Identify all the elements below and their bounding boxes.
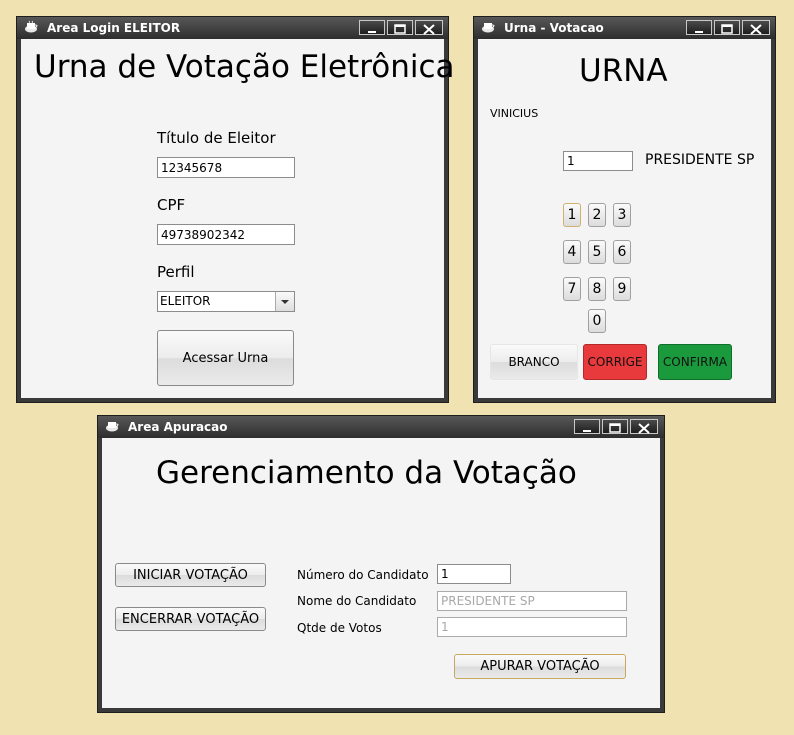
confirma-button[interactable]: CONFIRMA [658,344,732,380]
cpf-input[interactable] [157,224,295,245]
maximize-button[interactable] [387,20,413,35]
close-button[interactable] [630,419,658,434]
close-button[interactable] [742,20,770,35]
apuracao-window: Area Apuracao Gerenciamento da Votação I… [97,415,665,713]
key-6[interactable]: 6 [613,240,631,264]
candidate-name-label: PRESIDENTE SP [645,152,755,168]
numero-candidato-input[interactable] [437,564,511,584]
maximize-button[interactable] [602,419,628,434]
qtde-votos-input [437,617,627,637]
urna-titlebar[interactable]: Urna - Votacao [474,17,775,39]
perfil-select[interactable]: ELEITOR [157,291,295,312]
dropdown-arrow-icon [281,300,289,304]
voter-name: VINICIUS [490,107,539,120]
perfil-label: Perfil [157,263,195,281]
key-7[interactable]: 7 [563,277,581,301]
close-button[interactable] [415,20,443,35]
key-8[interactable]: 8 [588,277,606,301]
qtde-votos-label: Qtde de Votos [297,621,382,635]
nome-candidato-label: Nome do Candidato [297,594,417,608]
key-9[interactable]: 9 [613,277,631,301]
urna-client-area: URNA VINICIUS PRESIDENTE SP 1 2 3 4 5 6 … [478,39,771,398]
login-window-title: Area Login ELEITOR [47,21,181,35]
app-icon [25,20,38,33]
close-icon [750,24,762,35]
perfil-selected-value: ELEITOR [160,294,211,308]
key-0[interactable]: 0 [588,309,606,333]
minimize-icon [583,430,591,432]
close-icon [638,423,650,434]
minimize-button[interactable] [359,20,385,35]
cpf-label: CPF [157,196,186,214]
perfil-dropdown-button[interactable] [275,292,294,311]
minimize-icon [368,31,376,33]
key-1[interactable]: 1 [563,203,581,227]
maximize-icon [721,24,733,34]
numero-candidato-label: Número do Candidato [297,568,429,582]
titulo-input[interactable] [157,157,295,178]
maximize-icon [609,423,621,433]
maximize-button[interactable] [714,20,740,35]
login-titlebar[interactable]: Area Login ELEITOR [17,17,448,39]
login-heading: Urna de Votação Eletrônica [34,49,455,85]
urna-window-title: Urna - Votacao [504,21,604,35]
apuracao-window-title: Area Apuracao [128,420,228,434]
key-4[interactable]: 4 [563,240,581,264]
key-3[interactable]: 3 [613,203,631,227]
apurar-votacao-button[interactable]: APURAR VOTAÇÃO [454,654,626,679]
acessar-urna-button[interactable]: Acessar Urna [157,330,294,386]
iniciar-votacao-button[interactable]: INICIAR VOTAÇÃO [115,563,266,587]
key-5[interactable]: 5 [588,240,606,264]
login-window: Area Login ELEITOR Urna de Votação Eletr… [16,16,455,403]
minimize-button[interactable] [686,20,712,35]
urna-heading: URNA [579,53,668,89]
urna-window: Urna - Votacao URNA VINICIUS PRESIDENTE … [473,16,776,403]
login-client-area: Urna de Votação Eletrônica Título de Ele… [21,39,455,398]
apuracao-client-area: Gerenciamento da Votação INICIAR VOTAÇÃO… [102,438,660,708]
candidate-number-input[interactable] [563,151,633,171]
apuracao-titlebar[interactable]: Area Apuracao [98,416,664,438]
app-icon [482,23,495,33]
key-2[interactable]: 2 [588,203,606,227]
corrige-button[interactable]: CORRIGE [583,344,647,380]
apuracao-heading: Gerenciamento da Votação [156,455,577,491]
maximize-icon [394,24,406,34]
encerrar-votacao-button[interactable]: ENCERRAR VOTAÇÃO [115,607,266,631]
app-icon [106,422,119,432]
close-icon [423,24,435,35]
minimize-button[interactable] [574,419,600,434]
branco-button[interactable]: BRANCO [490,344,578,380]
titulo-label: Título de Eleitor [157,129,276,147]
minimize-icon [695,31,703,33]
nome-candidato-input [437,591,627,611]
